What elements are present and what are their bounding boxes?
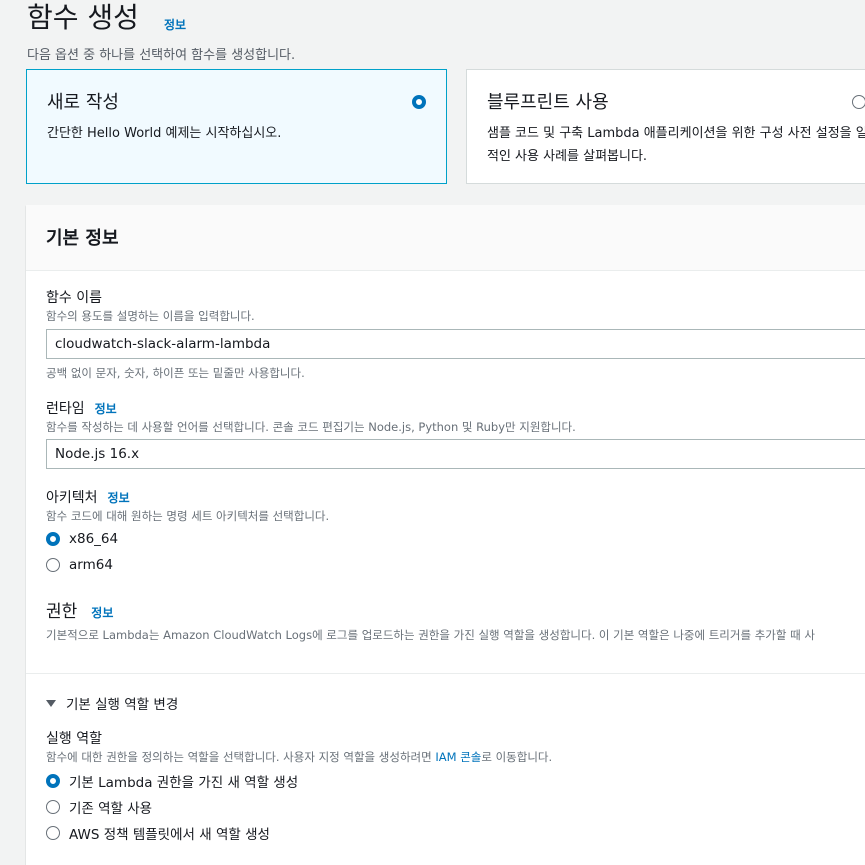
panel-header: 기본 정보 [26,205,865,271]
architecture-option-label: arm64 [69,557,113,573]
execution-role-label: 실행 역할 [46,731,102,747]
permissions-title: 권한 [46,602,78,622]
architecture-option-arm64[interactable]: arm64 [46,557,113,573]
architecture-radio-arm64[interactable] [46,558,60,572]
runtime-label-row: 런타임 정보 [46,398,117,418]
permissions-info-link[interactable]: 정보 [91,606,113,620]
execution-role-option-label: 기본 Lambda 권한을 가진 새 역할 생성 [69,775,299,791]
basic-info-panel: 기본 정보 함수 이름 함수의 용도를 설명하는 이름을 입력합니다. clou… [26,205,865,865]
execution-role-option-existing[interactable]: 기존 역할 사용 [46,797,152,817]
option-author-from-scratch[interactable]: 새로 작성 간단한 Hello World 예제는 시작하십시오. [26,69,447,184]
page-description: 다음 옵션 중 하나를 선택하여 함수를 생성합니다. [27,48,296,63]
architecture-description: 함수 코드에 대해 원하는 명령 세트 아키텍처를 선택합니다. [46,509,330,523]
permissions-description: 기본적으로 Lambda는 Amazon CloudWatch Logs에 로그… [46,628,815,642]
execution-role-description: 함수에 대한 권한을 정의하는 역할을 선택합니다. 사용자 지정 역할을 생성… [46,749,552,765]
section-divider [26,673,865,674]
option-description: 간단한 Hello World 예제는 시작하십시오. [47,126,282,141]
runtime-info-link[interactable]: 정보 [95,402,117,416]
architecture-option-x86-64[interactable]: x86_64 [46,531,118,547]
function-name-hint: 공백 없이 문자, 숫자, 하이픈 또는 밑줄만 사용합니다. [46,366,305,380]
execution-role-option-policy-template[interactable]: AWS 정책 템플릿에서 새 역할 생성 [46,823,270,843]
option-radio-author-from-scratch[interactable] [412,95,426,109]
architecture-label: 아키텍처 [46,490,98,506]
execution-role-description-text: 로 이동합니다. [481,750,553,764]
execution-role-description-text: 함수에 대한 권한을 정의하는 역할을 선택합니다. 사용자 지정 역할을 생성… [46,750,436,764]
option-title: 블루프린트 사용 [487,92,609,113]
runtime-label: 런타임 [46,401,85,417]
iam-console-link[interactable]: IAM 콘솔 [435,750,481,764]
page-title: 함수 생성 [27,1,139,34]
permissions-title-row: 권한 정보 [46,597,113,622]
execution-role-option-label: AWS 정책 템플릿에서 새 역할 생성 [69,827,270,843]
runtime-select[interactable]: Node.js 16.x [46,439,865,469]
option-description: 샘플 코드 및 구축 Lambda 애플리케이션을 위한 구성 사전 설정을 일… [487,126,865,164]
architecture-radio-x86-64[interactable] [46,532,60,546]
execution-role-radio-policy-template[interactable] [46,826,60,840]
function-name-input[interactable]: cloudwatch-slack-alarm-lambda [46,329,865,359]
runtime-description: 함수를 작성하는 데 사용할 언어를 선택합니다. 콘솔 코드 편집기는 Nod… [46,420,576,434]
title-info-link[interactable]: 정보 [164,16,186,33]
option-title: 새로 작성 [47,92,119,113]
architecture-info-link[interactable]: 정보 [108,491,130,505]
execution-role-radio-existing[interactable] [46,800,60,814]
option-radio-use-blueprint[interactable] [852,95,865,109]
architecture-option-label: x86_64 [69,531,119,547]
caret-down-icon [46,699,56,707]
change-execution-role-expander[interactable]: 기본 실행 역할 변경 [46,693,178,713]
option-use-blueprint[interactable]: 블루프린트 사용 샘플 코드 및 구축 Lambda 애플리케이션을 위한 구성… [466,69,865,184]
execution-role-option-label: 기존 역할 사용 [69,801,153,817]
expander-label: 기본 실행 역할 변경 [66,697,179,713]
panel-title: 기본 정보 [46,228,119,249]
function-name-label: 함수 이름 [46,290,102,306]
execution-role-radio-new-basic[interactable] [46,774,60,788]
function-name-description: 함수의 용도를 설명하는 이름을 입력합니다. [46,309,255,323]
execution-role-option-new-basic[interactable]: 기본 Lambda 권한을 가진 새 역할 생성 [46,771,298,791]
architecture-label-row: 아키텍처 정보 [46,487,130,507]
